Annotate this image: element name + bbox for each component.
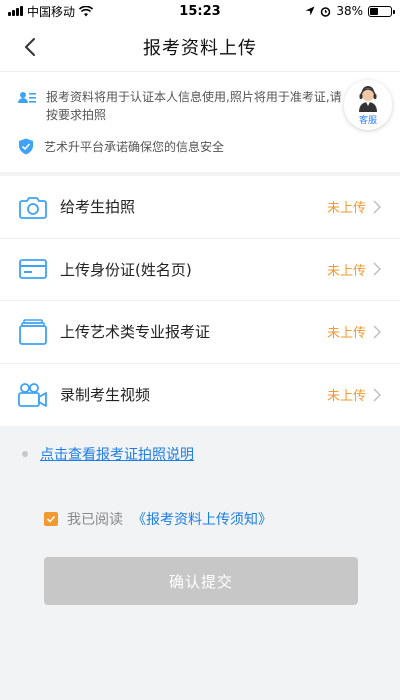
notice-panel: 报考资料将用于认证本人信息使用,照片将用于准考证,请按要求拍照 艺术升平台承诺确…: [0, 72, 400, 172]
location-icon: [305, 6, 315, 16]
battery-percent: 38%: [336, 4, 363, 18]
wifi-icon: [79, 5, 94, 16]
upload-status: 未上传: [326, 201, 366, 217]
status-left: 中国移动: [8, 3, 94, 20]
upload-item-id-card[interactable]: 上传身份证(姓名页) 未上传: [0, 239, 400, 301]
page-title: 报考资料上传: [143, 37, 257, 59]
agreement-checkbox[interactable]: [44, 512, 58, 526]
security-notice: 艺术升平台承诺确保您的信息安全: [18, 138, 344, 156]
signal-icon: [8, 6, 23, 16]
bullet-dot: [22, 451, 28, 457]
customer-service-button[interactable]: 客服: [344, 80, 392, 130]
status-bar: 中国移动 15:23 38%: [0, 0, 400, 22]
chevron-left-icon: [25, 38, 35, 56]
chevron-right-icon: [373, 200, 382, 214]
photo-guide: 点击查看报考证拍照说明: [22, 444, 194, 464]
id-card-icon: [19, 259, 47, 280]
upload-item-photo[interactable]: 给考生拍照 未上传: [0, 176, 400, 239]
upload-item-label: 给考生拍照: [60, 198, 136, 217]
alarm-icon: [321, 6, 331, 17]
info-notice: 报考资料将用于认证本人信息使用,照片将用于准考证,请按要求拍照: [18, 88, 346, 124]
battery-icon: [368, 5, 395, 17]
customer-service-label: 客服: [358, 116, 377, 126]
headset-agent-icon: [359, 86, 377, 112]
upload-item-video[interactable]: 录制考生视频 未上传: [0, 364, 400, 427]
upload-status: 未上传: [326, 326, 366, 342]
camera-icon: [19, 196, 47, 219]
certificate-icon: [19, 318, 47, 345]
upload-item-label: 上传艺术类专业报考证: [60, 323, 211, 342]
upload-item-label: 录制考生视频: [60, 386, 151, 405]
user-list-icon: [18, 92, 36, 103]
upload-status: 未上传: [326, 389, 366, 405]
agreement-prefix: 我已阅读: [67, 512, 123, 528]
security-notice-text: 艺术升平台承诺确保您的信息安全: [44, 140, 225, 154]
video-camera-icon: [18, 382, 47, 407]
upload-item-label: 上传身份证(姓名页): [60, 260, 192, 279]
agreement-link[interactable]: 《报考资料上传须知》: [132, 509, 272, 529]
upload-list: 给考生拍照 未上传 上传身份证(姓名页) 未上传 上传艺术类专业报考证 未上传: [0, 176, 400, 426]
agreement-row: 我已阅读 《报考资料上传须知》: [44, 509, 272, 529]
carrier-label: 中国移动: [27, 4, 76, 19]
status-right: 38%: [305, 4, 395, 18]
info-notice-text: 报考资料将用于认证本人信息使用,照片将用于准考证,请按要求拍照: [46, 90, 342, 122]
photo-guide-link[interactable]: 点击查看报考证拍照说明: [40, 444, 194, 464]
chevron-right-icon: [373, 388, 382, 402]
back-button[interactable]: [18, 35, 42, 59]
submit-button[interactable]: 确认提交: [44, 557, 358, 605]
check-icon: [46, 515, 56, 523]
chevron-right-icon: [373, 262, 382, 276]
shield-check-icon: [19, 138, 33, 155]
upload-status: 未上传: [326, 263, 366, 279]
nav-bar: 报考资料上传: [0, 22, 400, 72]
upload-item-certificate[interactable]: 上传艺术类专业报考证 未上传: [0, 301, 400, 364]
chevron-right-icon: [373, 325, 382, 339]
